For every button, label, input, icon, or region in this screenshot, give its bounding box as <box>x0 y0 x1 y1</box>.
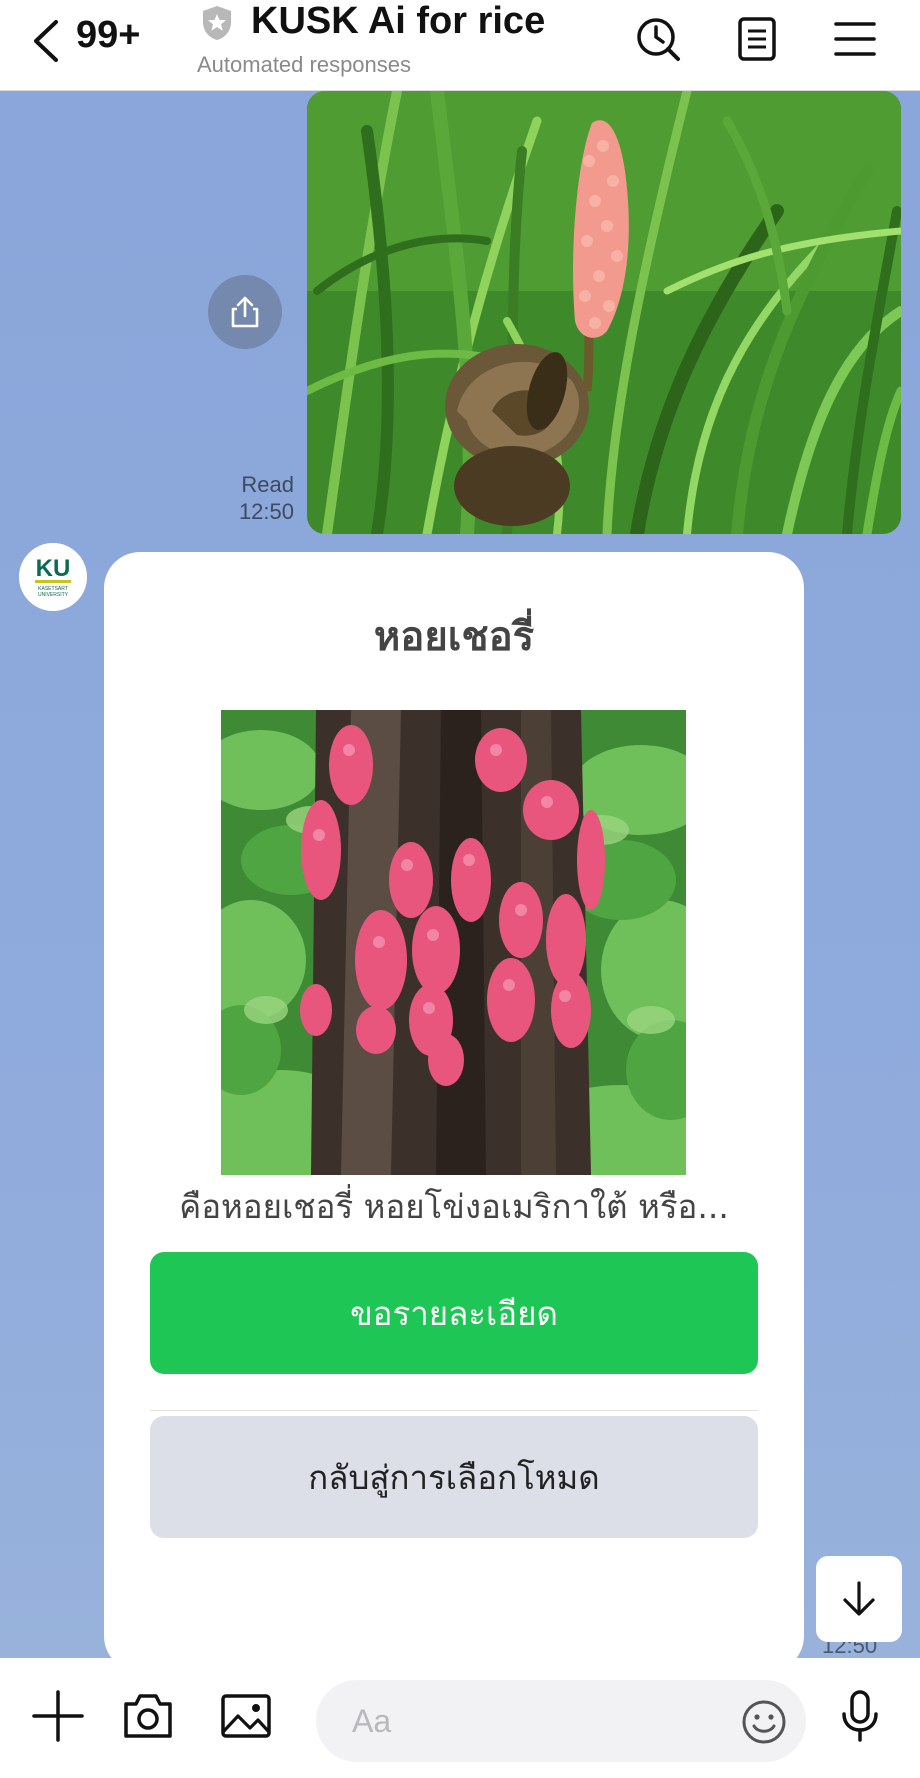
menu-icon[interactable] <box>830 14 880 64</box>
card-description: คือหอยเชอรี่ หอยโข่งอเมริกาใต้ หรือ... <box>179 1187 729 1226</box>
chat-header: 99+ KUSK Ai for rice Automated responses <box>0 0 920 91</box>
chat-area[interactable]: Read 12:50 KU KASETSART UNIVERSITY หอยเช… <box>0 91 920 1658</box>
emoji-icon[interactable] <box>740 1698 788 1746</box>
bot-card-message: หอยเชอรี่ คือหอยเชอรี่ หอยโข่งอเมริกาใต้… <box>104 552 804 1658</box>
chat-title: KUSK Ai for rice <box>251 0 546 42</box>
sent-image-message[interactable] <box>307 91 901 534</box>
read-status: Read <box>241 472 294 497</box>
sent-time: 12:50 <box>238 499 294 524</box>
avatar[interactable]: KU KASETSART UNIVERSITY <box>19 543 87 611</box>
shield-icon <box>203 6 231 40</box>
plus-icon[interactable] <box>30 1688 86 1744</box>
clock-icon[interactable] <box>633 14 683 64</box>
chevron-left-icon[interactable] <box>28 16 64 66</box>
ku-logo-icon: KU KASETSART UNIVERSITY <box>19 543 87 611</box>
arrow-down-icon <box>843 1581 875 1616</box>
divider <box>150 1410 758 1411</box>
avatar-text: KU <box>36 555 71 582</box>
read-receipt: Read 12:50 <box>216 471 294 525</box>
unread-count[interactable]: 99+ <box>76 14 140 57</box>
card-image[interactable] <box>221 710 686 1175</box>
svg-text:UNIVERSITY: UNIVERSITY <box>38 592 69 598</box>
share-icon <box>231 296 259 328</box>
mic-icon[interactable] <box>832 1688 888 1744</box>
notes-icon[interactable] <box>732 14 782 64</box>
camera-icon[interactable] <box>120 1688 176 1744</box>
snail-photo <box>307 91 901 534</box>
chat-subtitle: Automated responses <box>197 52 412 77</box>
card-title: หอยเชอรี่ <box>373 614 535 660</box>
share-button[interactable] <box>208 275 282 349</box>
scroll-to-bottom-button[interactable] <box>816 1556 902 1642</box>
request-details-button[interactable]: ขอรายละเอียด <box>150 1252 758 1374</box>
message-composer <box>0 1658 920 1778</box>
message-input[interactable] <box>316 1680 806 1762</box>
image-icon[interactable] <box>218 1688 274 1744</box>
back-to-mode-select-button[interactable]: กลับสู่การเลือกโหมด <box>150 1416 758 1538</box>
egg-cluster-photo <box>221 710 686 1175</box>
